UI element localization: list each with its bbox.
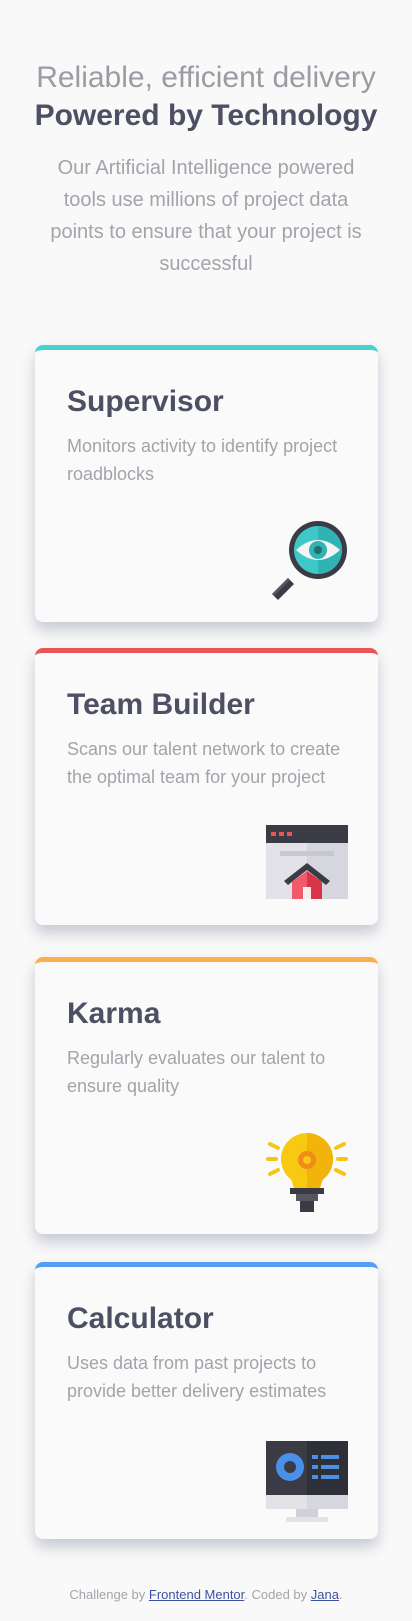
card-description: Monitors activity to identify project ro… <box>67 436 338 484</box>
frontend-mentor-link[interactable]: Frontend Mentor <box>149 1587 244 1602</box>
card-description: Regularly evaluates our talent to ensure… <box>67 1048 326 1096</box>
magnifier-eye-icon <box>272 521 347 600</box>
footer-suffix: . <box>338 1587 343 1602</box>
monitor-icon <box>266 1441 348 1522</box>
lightbulb-icon <box>266 1133 348 1212</box>
intro-text: Our Artificial Intelligence powered tool… <box>50 157 362 275</box>
card-calculator: Calculator Uses data from past projects … <box>35 1262 378 1539</box>
header: Reliable, efficient delivery Powered by … <box>0 60 412 280</box>
heading-light: Reliable, efficient delivery <box>36 61 376 94</box>
footer-prefix: Challenge by <box>69 1587 149 1602</box>
footer-attribution: Challenge by Frontend Mentor. Coded by J… <box>0 1587 412 1602</box>
card-supervisor: Supervisor Monitors activity to identify… <box>35 345 378 622</box>
card-title: Supervisor <box>67 385 224 418</box>
heading-bold: Powered by Technology <box>34 99 378 132</box>
card-title: Karma <box>67 997 161 1030</box>
card-description: Uses data from past projects to provide … <box>67 1353 327 1401</box>
card-team-builder: Team Builder Scans our talent network to… <box>35 648 378 925</box>
browser-house-icon <box>266 825 348 899</box>
author-link[interactable]: Jana <box>311 1587 339 1602</box>
card-karma: Karma Regularly evaluates our talent to … <box>35 957 378 1234</box>
footer-middle: . Coded by <box>244 1587 311 1602</box>
card-title: Calculator <box>67 1302 214 1335</box>
card-title: Team Builder <box>67 688 255 721</box>
card-description: Scans our talent network to create the o… <box>67 739 341 787</box>
